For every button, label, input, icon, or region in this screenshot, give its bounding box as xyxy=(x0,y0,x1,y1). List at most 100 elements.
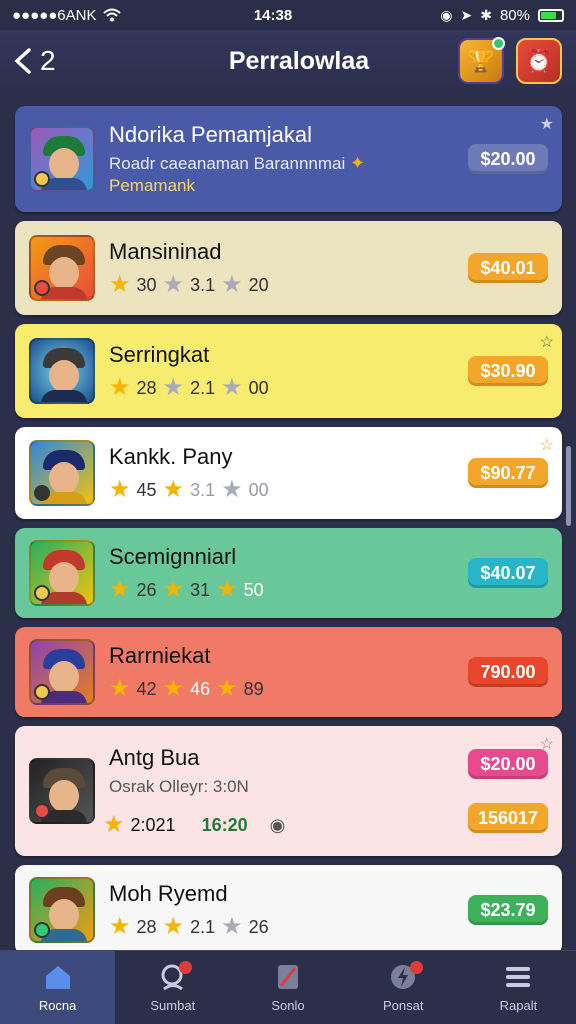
price-badge[interactable]: $20.00 xyxy=(468,749,548,779)
price-badge[interactable]: $90.77 xyxy=(468,458,548,488)
status-bar: ●●●●●6ANK 14:38 ◉ ➤ ✱ 80% xyxy=(0,0,576,30)
avatar xyxy=(29,540,95,606)
avatar xyxy=(29,126,95,192)
item-tag: Pemamank xyxy=(109,176,195,195)
notification-dot xyxy=(409,961,423,974)
tab-label: Rocna xyxy=(38,998,77,1013)
tab-menu[interactable]: Rapalt xyxy=(461,951,576,1024)
price-badge[interactable]: $23.79 xyxy=(468,895,548,925)
avatar xyxy=(29,338,95,404)
secondary-price-badge[interactable]: 156017 xyxy=(468,803,548,833)
trophy-button[interactable]: 🏆 xyxy=(458,37,505,84)
item-name: Moh Ryemd xyxy=(109,881,228,906)
app-header: 2 Perralowlaa 🏆 ⏰ xyxy=(0,30,576,92)
menu-icon xyxy=(506,967,531,987)
star-icon: ★ xyxy=(216,675,238,702)
item-subtitle: Osrak Olleyr: 3:0N xyxy=(109,777,249,796)
avatar xyxy=(29,440,95,506)
item-name: Mansininad xyxy=(109,239,222,264)
rating-row: ★ 45 ★ 3.1 ★ 00 xyxy=(109,476,269,503)
tab-home[interactable]: Rocna xyxy=(0,951,116,1024)
rating-row: ★ 42 ★ 46 ★ 89 xyxy=(109,675,264,702)
item-name: Serringkat xyxy=(109,342,210,367)
star-outline-icon: ★ xyxy=(221,913,243,940)
bluetooth-icon: ✱ xyxy=(480,6,492,23)
star-icon: ★ xyxy=(216,576,238,603)
rating-row: ★ 28 ★ 2.1 ★ 26 xyxy=(109,913,269,940)
star-icon: ★ xyxy=(103,811,125,838)
clock-icon: ◉ xyxy=(269,814,286,835)
trophy-icon: 🏆 xyxy=(467,48,495,73)
tab-ponsat[interactable]: Ponsat xyxy=(346,951,461,1024)
back-count: 2 xyxy=(40,45,56,76)
price-badge[interactable]: 790.00 xyxy=(468,657,548,687)
battery-percent: 80% xyxy=(499,6,530,24)
item-subtitle: Roadr caeanaman Barannnmai ✦ xyxy=(109,153,366,173)
avatar xyxy=(29,639,95,705)
star-icon: ★ xyxy=(109,675,131,702)
list-item[interactable]: Serringkat ★ 28 ★ 2.1 ★ 00 $30.90 ☆ xyxy=(15,324,562,418)
star-icon: ★ xyxy=(109,576,131,603)
alarm-icon: ◉ xyxy=(440,6,453,23)
rating-row: ★ 30 ★ 3.1 ★ 20 xyxy=(109,271,269,298)
item-name: Scemignniarl xyxy=(109,544,237,569)
star-icon: ★ xyxy=(109,374,131,401)
home-icon xyxy=(45,966,70,989)
star-outline-icon: ★ xyxy=(221,476,243,503)
item-list: Ndorika Pemamjakal Roadr caeanaman Baran… xyxy=(15,106,562,964)
scrollbar[interactable] xyxy=(566,446,571,526)
list-item[interactable]: Ndorika Pemamjakal Roadr caeanaman Baran… xyxy=(15,106,562,212)
card-icon xyxy=(278,965,298,989)
item-name: Kankk. Pany xyxy=(109,444,233,469)
star-corner-icon[interactable]: ★ xyxy=(540,114,554,134)
star-icon: ★ xyxy=(162,913,185,940)
avatar xyxy=(29,877,95,943)
wifi-icon xyxy=(102,8,121,22)
list-item[interactable]: Antg Bua Osrak Olleyr: 3:0N ★ 2:021 16:20… xyxy=(15,726,562,856)
star-outline-icon: ★ xyxy=(221,271,243,298)
tab-label: Rapalt xyxy=(499,998,538,1013)
battery-icon xyxy=(538,8,564,22)
notification-dot xyxy=(492,37,505,50)
rating-row: ★ 28 ★ 2.1 ★ 00 xyxy=(109,374,269,401)
list-item[interactable]: Rarrniekat ★ 42 ★ 46 ★ 89 790.00 xyxy=(15,627,562,717)
chevron-left-icon xyxy=(14,48,31,74)
notification-dot xyxy=(179,961,193,974)
price-badge[interactable]: $40.07 xyxy=(468,558,548,588)
list-item[interactable]: Mansininad ★ 30 ★ 3.1 ★ 20 $40.01 xyxy=(15,221,562,315)
price-badge[interactable]: $40.01 xyxy=(468,253,548,283)
list-item[interactable]: Moh Ryemd ★ 28 ★ 2.1 ★ 26 $23.79 xyxy=(15,865,562,955)
clock: 14:38 xyxy=(253,6,293,24)
carrier-label: ●●●●●6ANK xyxy=(12,6,97,24)
tab-solo[interactable]: Sonlo xyxy=(230,951,345,1024)
star-icon: ★ xyxy=(162,476,185,503)
tab-label: Sonlo xyxy=(271,998,305,1013)
item-name: Antg Bua xyxy=(109,745,200,770)
star-icon: ★ xyxy=(109,913,131,940)
avatar xyxy=(29,758,95,824)
list-item[interactable]: Kankk. Pany ★ 45 ★ 3.1 ★ 00 $90.77 ☆ xyxy=(15,427,562,519)
tab-search[interactable]: Sumbat xyxy=(115,951,230,1024)
star-icon: ★ xyxy=(162,675,185,702)
item-name: Rarrniekat xyxy=(109,643,211,668)
tab-bar: Rocna Sumbat Sonlo Ponsat Rapalt xyxy=(0,950,576,1024)
star-corner-icon[interactable]: ☆ xyxy=(540,332,554,352)
back-button[interactable]: 2 xyxy=(0,45,120,77)
page-title: Perralowlaa xyxy=(228,46,370,75)
star-icon: ★ xyxy=(109,271,131,298)
rating-row: ★ 26 ★ 31 ★ 50 xyxy=(109,576,264,603)
gift-button[interactable]: ⏰ xyxy=(516,38,562,84)
star-outline-icon: ★ xyxy=(221,374,243,401)
star-outline-icon: ★ xyxy=(162,271,185,298)
star-corner-icon[interactable]: ☆ xyxy=(540,734,554,754)
star-icon: ★ xyxy=(109,476,131,503)
price-badge[interactable]: $20.00 xyxy=(468,144,548,174)
avatar xyxy=(29,235,95,301)
rating-row: ★ 2:021 16:20 ◉ xyxy=(103,811,286,838)
star-outline-icon: ★ xyxy=(162,374,185,401)
star-icon: ★ xyxy=(162,576,185,603)
list-item[interactable]: Scemignniarl ★ 26 ★ 31 ★ 50 $40.07 xyxy=(15,528,562,618)
tab-label: Sumbat xyxy=(150,998,196,1013)
price-badge[interactable]: $30.90 xyxy=(468,356,548,386)
star-corner-icon[interactable]: ☆ xyxy=(540,435,554,455)
